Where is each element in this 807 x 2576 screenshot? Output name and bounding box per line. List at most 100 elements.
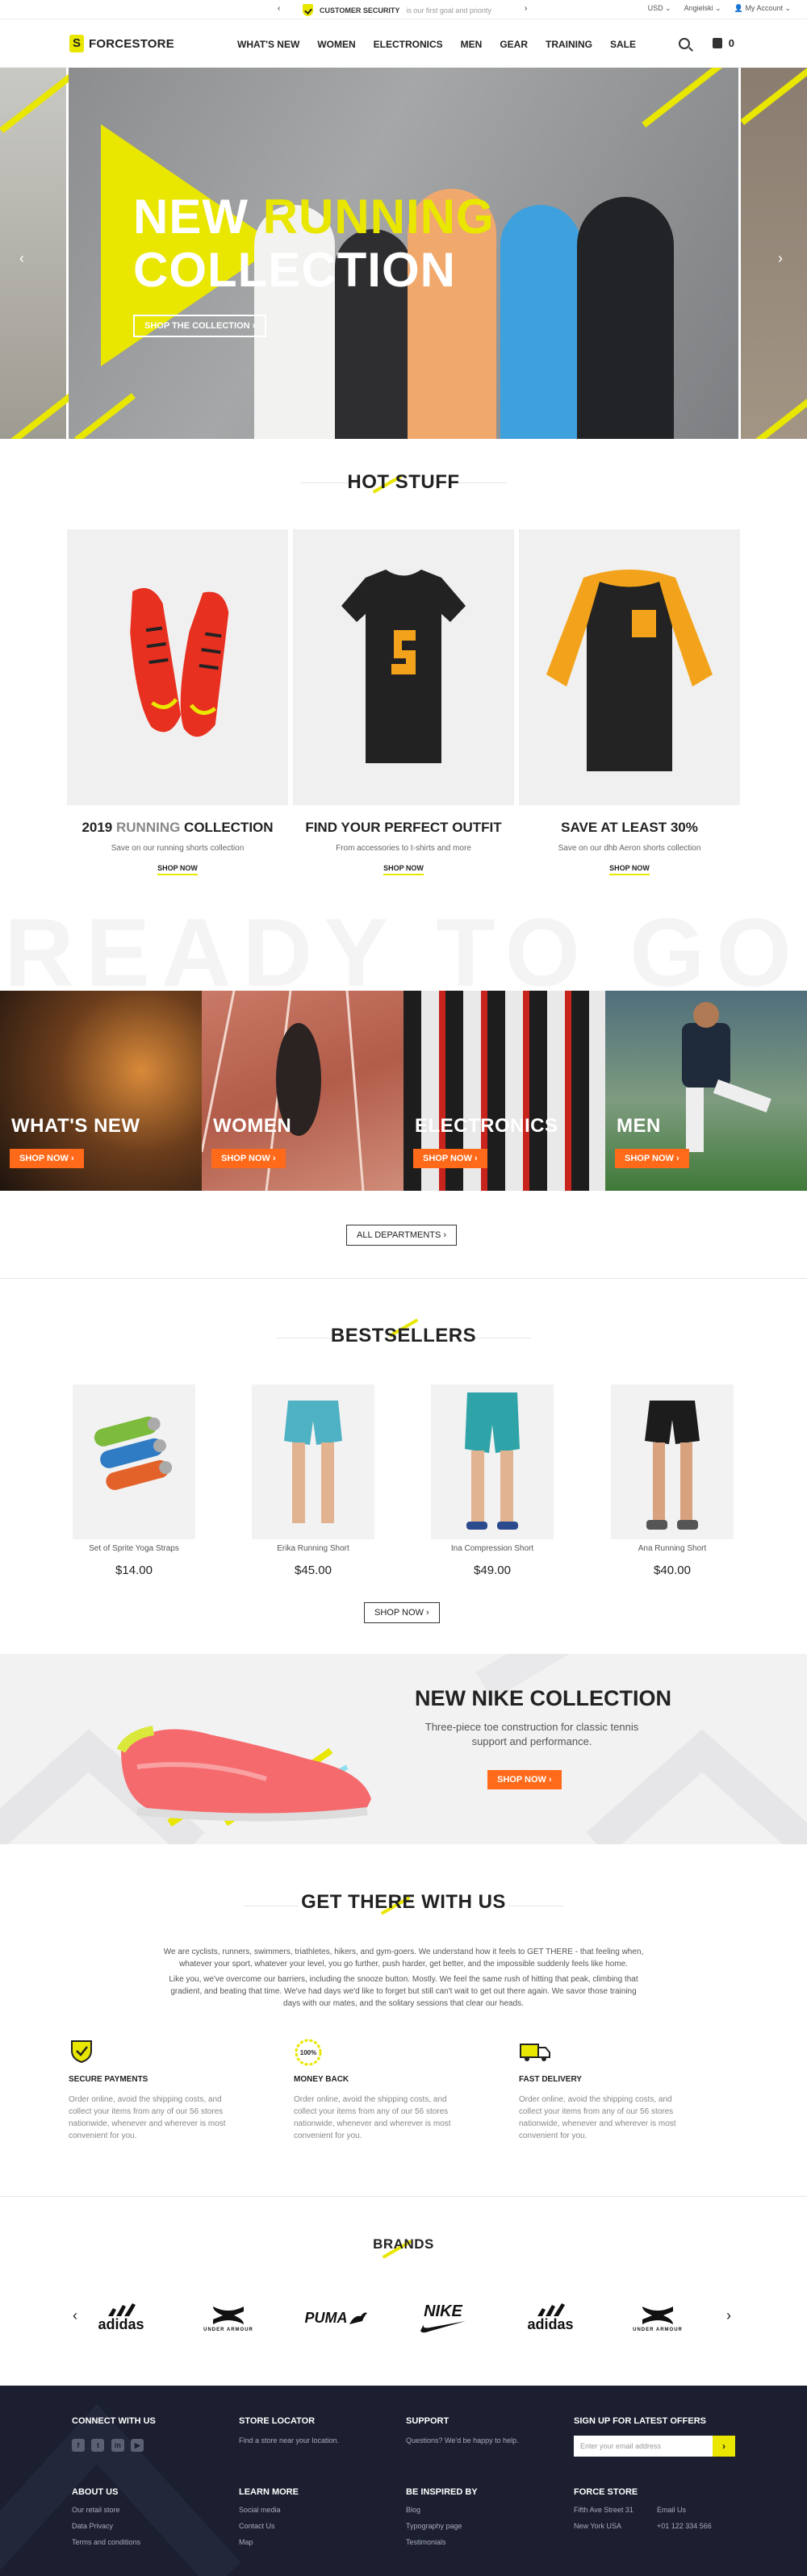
newsletter-email-input[interactable]: Enter your email address	[574, 2436, 713, 2457]
footer-link[interactable]: Typography page	[406, 2518, 462, 2534]
phone-number: +01 122 334 566	[657, 2522, 712, 2530]
brand-logo-under-armour[interactable]: UNDER ARMOUR	[617, 2298, 698, 2338]
currency-select[interactable]: USD ⌄	[648, 4, 671, 13]
nav-item-men[interactable]: MEN	[461, 39, 483, 50]
product-image-ina-short[interactable]	[431, 1384, 554, 1539]
footer-link[interactable]: Blog	[406, 2502, 462, 2518]
heading-part: 2019	[82, 820, 116, 835]
footer-contact: Email Us +01 122 334 566	[657, 2502, 712, 2534]
feature-secure-payments: SECURE PAYMENTS Order online, avoid the …	[69, 2038, 230, 2142]
language-select[interactable]: Angielski ⌄	[684, 4, 721, 13]
twitter-icon[interactable]: t	[91, 2439, 105, 2452]
category-women[interactable]: WOMEN SHOP NOW ›	[202, 991, 404, 1191]
account-menu[interactable]: 👤 My Account ⌄	[734, 4, 791, 13]
shop-now-link[interactable]: SHOP NOW	[609, 864, 650, 875]
main-nav: WHAT'S NEW WOMEN ELECTRONICS MEN GEAR TR…	[237, 39, 636, 50]
newsletter-submit-button[interactable]: ›	[713, 2436, 735, 2457]
category-shop-now-button[interactable]: SHOP NOW ›	[615, 1149, 689, 1168]
footer-heading-support[interactable]: SUPPORT	[406, 2416, 449, 2426]
running-shoes-image	[130, 587, 229, 737]
hero-title: NEW RUNNING COLLECTION	[133, 190, 495, 297]
product-image-ana-short[interactable]	[611, 1384, 734, 1539]
footer-store-text: Find a store near your location.	[239, 2436, 340, 2444]
all-departments-button[interactable]: ALL DEPARTMENTS ›	[346, 1225, 458, 1246]
hero-title-highlight: RUNNING	[262, 190, 495, 244]
nav-item-women[interactable]: WOMEN	[317, 39, 355, 50]
cart-button[interactable]: 0	[712, 37, 734, 49]
product-name[interactable]: Erika Running Short	[236, 1544, 390, 1553]
brand-logo-under-armour[interactable]: UNDER ARMOUR	[188, 2298, 269, 2338]
footer-address: Fifth Ave Street 31 New York USA	[574, 2502, 633, 2534]
product-image-yoga-straps[interactable]	[73, 1384, 195, 1539]
product-price: $14.00	[115, 1564, 153, 1577]
category-whats-new[interactable]: WHAT'S NEW SHOP NOW ›	[0, 991, 202, 1191]
hero-next-arrow[interactable]: ›	[778, 250, 783, 267]
hero-slider: NEW RUNNING COLLECTION SHOP THE COLLECTI…	[0, 68, 807, 439]
brands-next-arrow[interactable]: ›	[726, 2307, 731, 2324]
yoga-straps-icon	[94, 1416, 173, 1490]
shop-now-link[interactable]: SHOP NOW	[157, 864, 198, 875]
nav-item-gear[interactable]: GEAR	[500, 39, 528, 50]
hero-title-word: NEW	[133, 190, 249, 244]
product-name[interactable]: Set of Sprite Yoga Straps	[57, 1544, 211, 1553]
nav-item-training[interactable]: TRAINING	[546, 39, 592, 50]
nav-item-whats-new[interactable]: WHAT'S NEW	[237, 39, 299, 50]
category-men[interactable]: MEN SHOP NOW ›	[605, 991, 807, 1191]
footer-link[interactable]: Data Privacy	[72, 2518, 140, 2534]
category-title: WHAT'S NEW	[11, 1115, 140, 1137]
footer-link[interactable]: Map	[239, 2534, 281, 2550]
logo[interactable]: FORCESTORE	[69, 35, 174, 52]
brand-logo-puma[interactable]: PUMA	[295, 2298, 376, 2338]
email-us-link[interactable]: Email Us	[657, 2502, 712, 2518]
shop-collection-button[interactable]: SHOP THE COLLECTION ›	[133, 315, 267, 337]
nav-item-electronics[interactable]: ELECTRONICS	[374, 39, 443, 50]
footer: CONNECT WITH US f t in ▶ STORE LOCATOR F…	[0, 2386, 807, 2576]
hero-next-slide[interactable]	[740, 68, 807, 439]
hot-stuff-card-save[interactable]	[519, 529, 740, 805]
footer-heading-store-locator[interactable]: STORE LOCATOR	[239, 2416, 315, 2426]
product-name[interactable]: Ana Running Short	[596, 1544, 749, 1553]
get-there-paragraph: We are cyclists, runners, swimmers, tria…	[163, 1948, 644, 1969]
linkedin-icon[interactable]: in	[111, 2439, 124, 2452]
brands-prev-arrow[interactable]: ‹	[73, 2307, 77, 2324]
hero-title-line2: COLLECTION	[133, 243, 456, 297]
feature-title: FAST DELIVERY	[519, 2075, 582, 2084]
hot-stuff-title: HOT STUFF	[347, 471, 460, 493]
category-electronics[interactable]: ELECTRONICS SHOP NOW ›	[404, 991, 605, 1191]
search-icon[interactable]	[678, 37, 690, 49]
category-shop-now-button[interactable]: SHOP NOW ›	[10, 1149, 84, 1168]
nav-item-sale[interactable]: SALE	[610, 39, 636, 50]
hot-stuff-heading: SAVE AT LEAST 30%	[561, 820, 698, 835]
tshirt-image	[341, 570, 466, 763]
facebook-icon[interactable]: f	[72, 2439, 85, 2452]
hot-stuff-card-outfit[interactable]	[293, 529, 514, 805]
product-name[interactable]: Ina Compression Short	[416, 1544, 569, 1553]
category-shop-now-button[interactable]: SHOP NOW ›	[413, 1149, 487, 1168]
nike-shop-now-button[interactable]: SHOP NOW ›	[487, 1770, 562, 1789]
youtube-icon[interactable]: ▶	[131, 2439, 144, 2452]
shop-now-link[interactable]: SHOP NOW	[383, 864, 424, 875]
topbar-next-arrow[interactable]: ›	[525, 4, 527, 13]
hot-stuff-card-running[interactable]	[67, 529, 288, 805]
footer-link[interactable]: Testimonials	[406, 2534, 462, 2550]
product-image-erika-short[interactable]	[252, 1384, 374, 1539]
footer-link[interactable]: Contact Us	[239, 2518, 281, 2534]
bestsellers-shop-now-button[interactable]: SHOP NOW ›	[364, 1602, 440, 1623]
footer-link[interactable]: Social media	[239, 2502, 281, 2518]
topbar-prev-arrow[interactable]: ‹	[278, 4, 280, 13]
brand-logo-adidas[interactable]: adidas	[81, 2298, 161, 2338]
hero-prev-slide[interactable]	[0, 68, 73, 439]
footer-link[interactable]: Terms and conditions	[72, 2534, 140, 2550]
logo-text: FORCESTORE	[89, 36, 174, 51]
top-bar: ‹ CUSTOMER SECURITY is our first goal an…	[0, 0, 807, 19]
heading-part: COLLECTION	[180, 820, 274, 835]
feature-title: MONEY BACK	[294, 2075, 349, 2084]
category-shop-now-button[interactable]: SHOP NOW ›	[211, 1149, 286, 1168]
footer-link[interactable]: Our retail store	[72, 2502, 140, 2518]
feature-text: Order online, avoid the shipping costs, …	[294, 2095, 451, 2140]
brand-logo-nike[interactable]: NIKE	[403, 2298, 483, 2338]
brand-logo-adidas[interactable]: adidas	[510, 2298, 591, 2338]
nike-shoe-image	[116, 1726, 371, 1827]
header: FORCESTORE WHAT'S NEW WOMEN ELECTRONICS …	[0, 19, 807, 68]
hero-prev-arrow[interactable]: ‹	[19, 250, 24, 267]
